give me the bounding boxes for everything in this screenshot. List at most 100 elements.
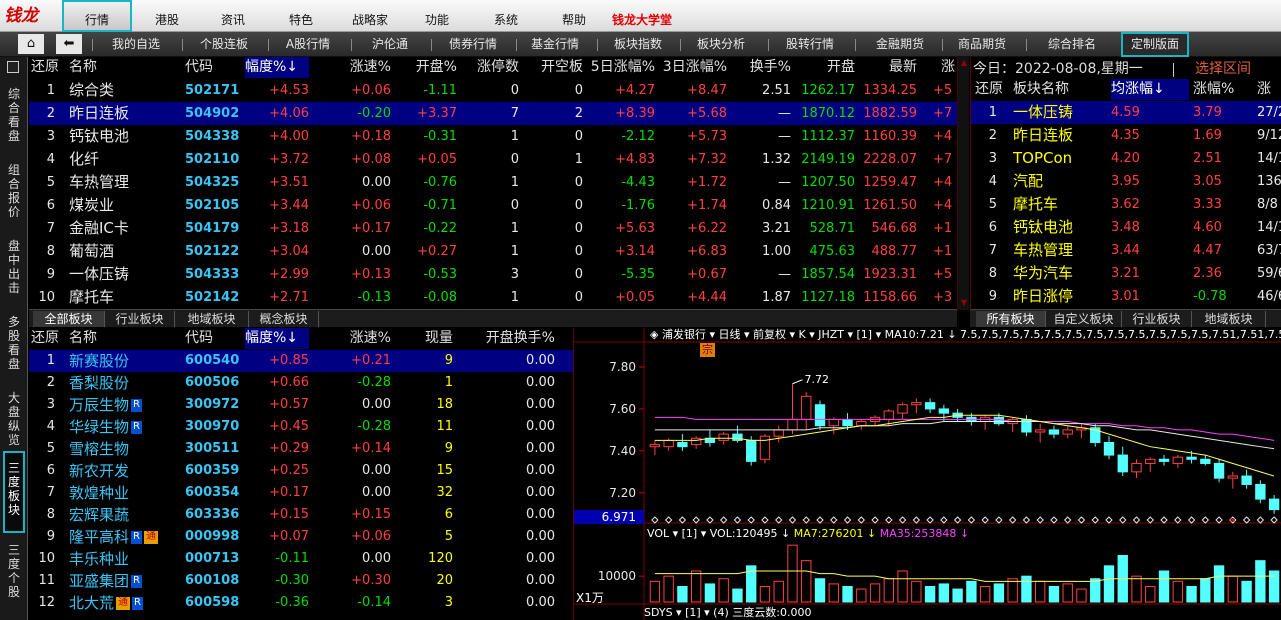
col-code[interactable]: 代码: [185, 328, 213, 349]
table-row[interactable]: 8 葡萄酒 502122 +3.04 0.00 +0.27 1 0 +3.14 +6.83 1.00…: [29, 240, 957, 263]
tab-all-groups[interactable]: 所有板块: [976, 311, 1046, 327]
scrollbar[interactable]: ▲ ▼: [957, 57, 969, 310]
table-row[interactable]: 9 昨日涨停 3.01 -0.78 46/6: [971, 285, 1281, 308]
table-row[interactable]: 3 万辰生物 R 300972 +0.57 0.00 18 0.00: [29, 394, 573, 416]
tab-region-sectors[interactable]: 地域板块: [175, 311, 249, 327]
table-row[interactable]: 8 宏辉果蔬 603336 +0.15 +0.15 6 0.00: [29, 504, 573, 526]
vtab-overview[interactable]: 综合看盘: [3, 87, 25, 147]
table-row[interactable]: 3 钙钛电池 504338 +4.00 +0.18 -0.31 1 0 -2.12 +5.73 — 1…: [29, 125, 957, 148]
col-name[interactable]: 名称: [69, 57, 97, 78]
table-row[interactable]: 2 香梨股份 600506 +0.66 -0.28 1 0.00: [29, 372, 573, 394]
col-speed[interactable]: 涨速%: [327, 328, 391, 349]
col-change-pct[interactable]: 幅度%↓: [245, 57, 309, 78]
col-last[interactable]: 最新: [857, 57, 917, 78]
menu-news[interactable]: 资讯: [206, 0, 260, 32]
table-row[interactable]: 1 新赛股份 600540 +0.85 +0.21 9 0.00: [29, 350, 573, 372]
menu-qianlong-university[interactable]: 钱龙大学堂: [606, 0, 678, 32]
table-row[interactable]: 5 摩托车 3.62 3.33 8/8: [971, 193, 1281, 216]
table-row[interactable]: 6 钙钛电池 3.48 4.60 14/1: [971, 216, 1281, 239]
volume-title-text[interactable]: VOL ▾ [1] ▾ VOL:120495 ↓: [647, 527, 790, 540]
table-row[interactable]: 4 华绿生物 R 300970 +0.45 -0.28 11 0.00: [29, 416, 573, 438]
col-limit-up-count[interactable]: 涨停数: [465, 57, 519, 78]
col-current-volume[interactable]: 现量: [405, 328, 453, 349]
table-row[interactable]: 5 车热管理 504325 +3.51 0.00 -0.76 1 0 -4.43 +1.72 — 12…: [29, 171, 957, 194]
vtab-portfolio[interactable]: 组合报价: [3, 163, 25, 223]
select-range-button[interactable]: 选择区间: [1195, 59, 1251, 79]
tab-industry-groups[interactable]: 行业板块: [1122, 311, 1192, 327]
col-change-pct[interactable]: 幅度%↓: [245, 328, 309, 349]
tab-industry-sectors[interactable]: 行业板块: [105, 311, 175, 327]
col-open-turnover[interactable]: 开盘换手%: [473, 328, 555, 349]
menu-hk-stocks[interactable]: 港股: [140, 0, 194, 32]
col-turnover[interactable]: 换手%: [733, 57, 791, 78]
table-row[interactable]: 10 摩托车 502142 +2.71 -0.13 -0.08 1 0 +0.05 +4.44 1.…: [29, 286, 957, 309]
table-row[interactable]: 7 车热管理 3.44 4.47 63/7: [971, 239, 1281, 262]
col-restore[interactable]: 还原: [975, 79, 1003, 100]
scroll-down-icon[interactable]: ▼: [959, 298, 969, 308]
nav-sector-index[interactable]: 板块指数: [604, 32, 672, 57]
menu-functions[interactable]: 功能: [410, 0, 464, 32]
scroll-up-icon[interactable]: ▲: [959, 58, 969, 68]
vtab-multi-stock[interactable]: 多股看盘: [3, 315, 25, 375]
vtab-sanduo-sector[interactable]: 三度板块: [3, 451, 25, 533]
back-button[interactable]: ⬅: [56, 34, 82, 54]
indicator-title[interactable]: SDYS ▾ [1] ▾ (4) 三度云数:0.000: [644, 606, 811, 620]
col-avg-change[interactable]: 均涨幅↓: [1111, 79, 1189, 100]
menu-system[interactable]: 系统: [479, 0, 533, 32]
col-more[interactable]: 涨: [1257, 79, 1271, 100]
kline-chart[interactable]: 7.80 7.60 7.40 7.20 6.971 7.72 « 10000 ◈ 浦发银行 ▾…: [574, 328, 1281, 620]
menu-help[interactable]: 帮助: [547, 0, 601, 32]
col-open-pct[interactable]: 开盘%: [395, 57, 457, 78]
chart-title-text[interactable]: ◈ 浦发银行 ▾ 日线 ▾ 前复权 ▾ K ▾ JHZT ▾ [1] ▾ MA1…: [650, 328, 957, 341]
table-row[interactable]: 5 雪榕生物 300511 +0.29 +0.14 9 0.00: [29, 438, 573, 460]
col-more[interactable]: 涨: [941, 57, 955, 78]
menu-strategist[interactable]: 战略家: [338, 0, 402, 32]
col-change[interactable]: 涨幅%: [1193, 79, 1234, 100]
pin-icon[interactable]: [7, 61, 19, 73]
table-row[interactable]: 10 丰乐种业 000713 -0.11 0.00 120 0.00: [29, 548, 573, 570]
nav-commodity-futures[interactable]: 商品期货: [948, 32, 1016, 57]
table-row[interactable]: 12 北大荒通 R 600598 -0.36 -0.14 3 0.00: [29, 592, 573, 614]
nav-custom-layout[interactable]: 定制版面: [1121, 32, 1189, 57]
table-row[interactable]: 4 化纤 502110 +3.72 +0.08 +0.05 0 1 +4.83 +7.32 1.32…: [29, 148, 957, 171]
vtab-intraday[interactable]: 盘中出击: [3, 239, 25, 299]
nav-sector-analysis[interactable]: 板块分析: [687, 32, 755, 57]
col-restore[interactable]: 还原: [31, 57, 59, 78]
nav-ranking[interactable]: 综合排名: [1034, 32, 1110, 57]
table-row[interactable]: 7 金融IC卡 504179 +3.18 +0.17 -0.22 1 0 +5.63 +6.22 3…: [29, 217, 957, 240]
tab-all-sectors[interactable]: 全部板块: [33, 311, 105, 327]
col-restore[interactable]: 还原: [31, 328, 59, 349]
col-5day[interactable]: 5日涨幅%: [585, 57, 655, 78]
tab-region-groups[interactable]: 地域板块: [1192, 311, 1266, 327]
nav-financial-futures[interactable]: 金融期货: [862, 32, 938, 57]
table-row[interactable]: 9 一体压铸 504333 +2.99 +0.13 -0.53 3 0 -5.35 +0.67 — 1…: [29, 263, 957, 286]
table-row[interactable]: 8 华为汽车 3.21 2.36 59/6: [971, 262, 1281, 285]
col-speed[interactable]: 涨速%: [331, 57, 391, 78]
nav-my-watchlist[interactable]: 我的自选: [100, 32, 172, 57]
vtab-sanduo-stock[interactable]: 三度个股: [3, 543, 25, 617]
nav-neeq[interactable]: 股转行情: [776, 32, 844, 57]
nav-consecutive-limit[interactable]: 个股连板: [188, 32, 260, 57]
table-row[interactable]: 7 敦煌种业 600354 +0.17 0.00 32 0.00: [29, 482, 573, 504]
nav-funds[interactable]: 基金行情: [522, 32, 588, 57]
menu-quotes[interactable]: 行情: [62, 0, 132, 32]
table-row[interactable]: 3 TOPCon 4.20 2.51 14/1: [971, 147, 1281, 170]
col-code[interactable]: 代码: [185, 57, 213, 78]
table-row[interactable]: 6 新农开发 600359 +0.25 0.00 15 0.00: [29, 460, 573, 482]
table-row[interactable]: 1 综合类 502171 +4.53 +0.06 -1.11 0 0 +4.27 +8.47 2.5…: [29, 79, 957, 102]
col-open[interactable]: 开盘: [793, 57, 855, 78]
table-row[interactable]: 6 煤炭业 502105 +3.44 +0.06 -0.71 0 0 -1.76 +1.74 0.8…: [29, 194, 957, 217]
event-marker[interactable]: 宗: [700, 343, 715, 357]
col-sector-name[interactable]: 板块名称: [1013, 79, 1069, 100]
table-row[interactable]: 1 一体压铸 4.59 3.79 27/2: [971, 101, 1281, 124]
nav-a-shares[interactable]: A股行情: [275, 32, 341, 57]
table-row[interactable]: 11 亚盛集团 R 600108 -0.30 +0.30 20 0.00: [29, 570, 573, 592]
nav-shanghai-london[interactable]: 沪伦通: [358, 32, 422, 57]
table-row[interactable]: 9 隆平高科 R 通 000998 +0.07 +0.06 5 0.00: [29, 526, 573, 548]
table-row[interactable]: 2 昨日连板 4.35 1.69 9/12: [971, 124, 1281, 147]
col-name[interactable]: 名称: [69, 328, 97, 349]
menu-features[interactable]: 特色: [274, 0, 328, 32]
nav-bonds[interactable]: 债券行情: [438, 32, 508, 57]
col-open-gap[interactable]: 开空板: [527, 57, 583, 78]
vtab-market-overview[interactable]: 大盘纵览: [3, 391, 25, 451]
